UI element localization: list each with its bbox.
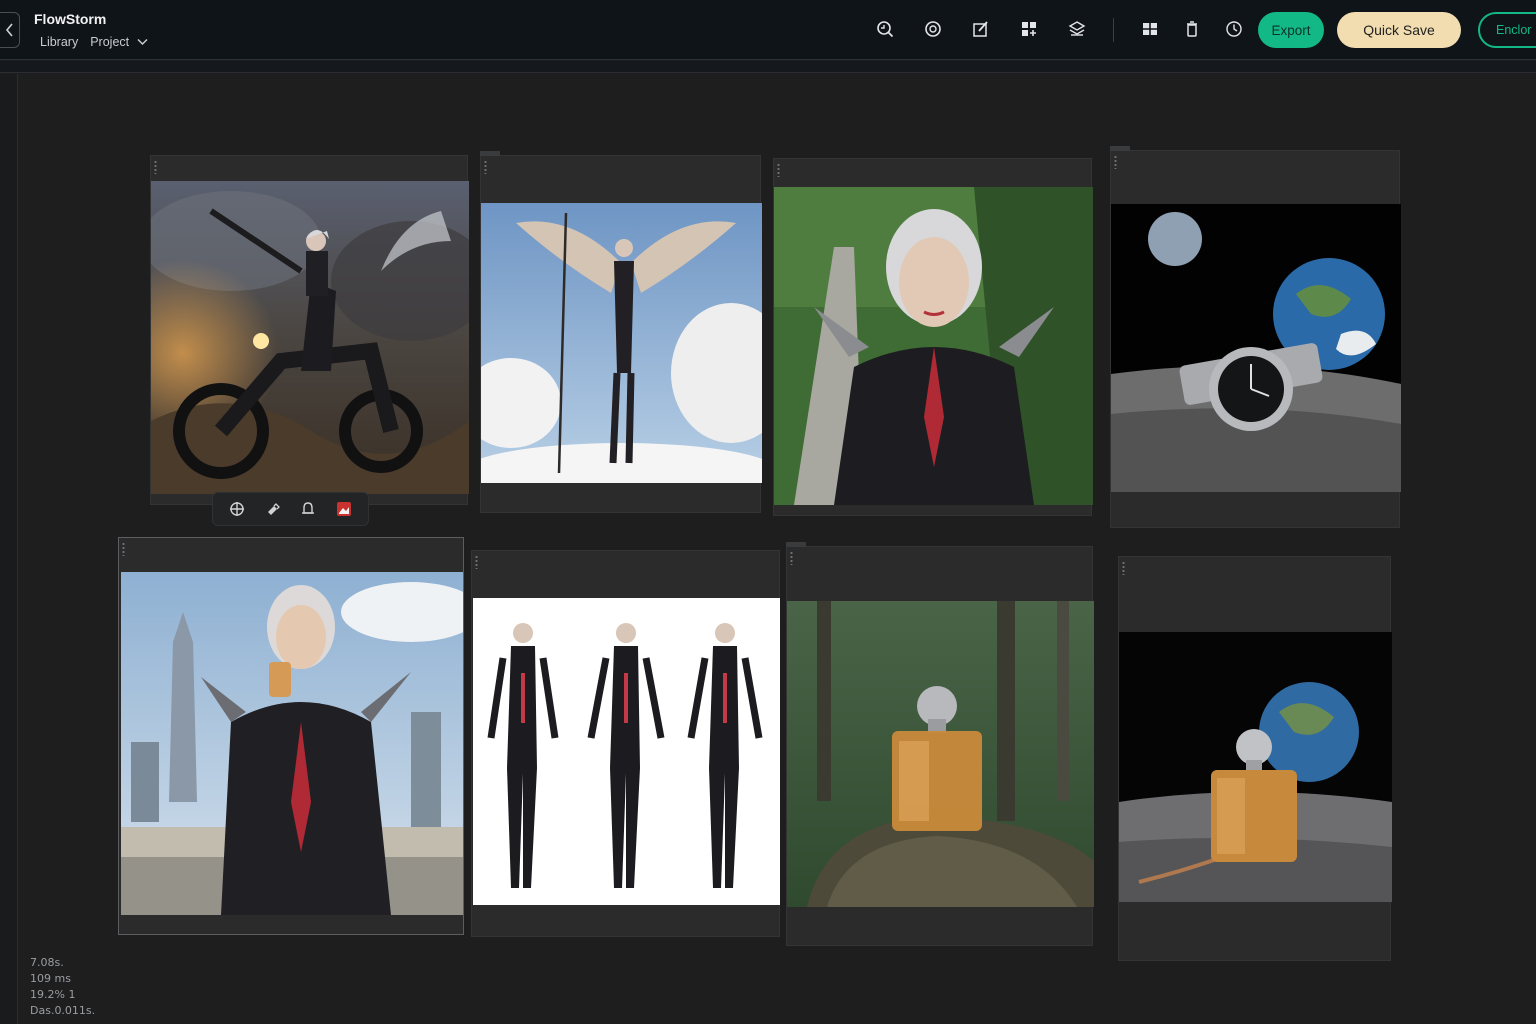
image-card[interactable]	[773, 158, 1093, 516]
chevron-left-icon	[5, 23, 13, 37]
drag-handle-icon[interactable]	[484, 160, 487, 174]
stat-line: 109 ms	[30, 972, 71, 985]
export-button[interactable]: Export	[1258, 12, 1324, 48]
grid-plus-icon[interactable]	[1018, 18, 1040, 40]
generated-image[interactable]	[1119, 632, 1392, 902]
image-toolbar	[212, 492, 369, 526]
tool-group-2	[1139, 18, 1265, 40]
eraser-icon[interactable]	[263, 499, 283, 519]
toolbar-divider	[1113, 18, 1114, 42]
bell-icon[interactable]	[298, 499, 318, 519]
generated-image[interactable]	[1111, 204, 1401, 492]
layers-icon[interactable]	[1066, 18, 1088, 40]
tool-group	[874, 18, 1114, 40]
target-icon[interactable]	[922, 18, 944, 40]
image-card[interactable]	[1118, 556, 1392, 961]
image-card[interactable]	[1110, 146, 1401, 528]
generated-image[interactable]	[121, 572, 463, 915]
stat-line: 7.08s.	[30, 956, 64, 969]
quick-save-button[interactable]: Quick Save	[1337, 12, 1461, 48]
drag-handle-icon[interactable]	[777, 163, 780, 177]
image-card[interactable]	[471, 550, 780, 937]
image-card[interactable]	[118, 537, 464, 935]
drag-handle-icon[interactable]	[154, 160, 157, 174]
back-button[interactable]	[0, 12, 20, 48]
image-card[interactable]	[480, 151, 762, 513]
generated-image[interactable]	[151, 181, 469, 494]
performance-stats: 7.08s. 109 ms 19.2% 1 Das.0.011s.	[30, 955, 95, 1019]
stat-line: Das.0.011s.	[30, 1004, 96, 1017]
drag-handle-icon[interactable]	[122, 542, 125, 556]
generated-image[interactable]	[481, 203, 762, 483]
chevron-down-icon[interactable]	[137, 38, 148, 46]
breadcrumb: Library Project	[40, 35, 148, 49]
image-card[interactable]	[786, 542, 1094, 946]
drag-handle-icon[interactable]	[790, 551, 793, 565]
crumb-project[interactable]: Project	[90, 35, 129, 49]
image-red-icon[interactable]	[334, 499, 354, 519]
history-icon[interactable]	[1223, 18, 1245, 40]
drag-handle-icon[interactable]	[1122, 561, 1125, 575]
edit-icon[interactable]	[970, 18, 992, 40]
generated-image[interactable]	[473, 598, 780, 905]
generated-image[interactable]	[774, 187, 1093, 505]
app-title: FlowStorm	[34, 11, 107, 27]
search-zoom-icon[interactable]	[874, 18, 896, 40]
enclor-button[interactable]: Enclor	[1478, 12, 1536, 48]
move-icon[interactable]	[227, 499, 247, 519]
top-bar: FlowStorm Library Project Export Quick S…	[0, 0, 1536, 60]
crumb-library[interactable]: Library	[40, 35, 78, 49]
drag-handle-icon[interactable]	[1114, 155, 1117, 169]
drag-handle-icon[interactable]	[475, 555, 478, 569]
stat-line: 19.2% 1	[30, 988, 76, 1001]
left-rail	[0, 74, 18, 1024]
image-card[interactable]	[150, 155, 469, 505]
generated-image[interactable]	[787, 601, 1094, 907]
sub-toolbar	[0, 61, 1536, 73]
trash-icon[interactable]	[1181, 18, 1203, 40]
layout-icon[interactable]	[1139, 18, 1161, 40]
